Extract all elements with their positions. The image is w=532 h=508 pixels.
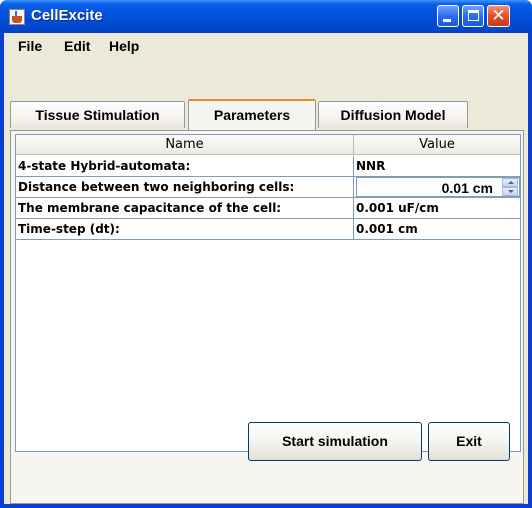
minimize-icon	[443, 19, 451, 22]
app-window: CellExcite ✕ File Edit Help Tissue Stimu…	[0, 0, 532, 508]
table-row[interactable]: Distance between two neighboring cells: …	[16, 177, 520, 198]
menu-help[interactable]: Help	[109, 38, 139, 54]
param-name: Time-step (dt):	[16, 219, 354, 239]
param-name: 4-state Hybrid-automata:	[16, 156, 354, 176]
exit-button[interactable]: Exit	[428, 422, 510, 461]
table-row[interactable]: 4-state Hybrid-automata: NNR	[16, 156, 520, 177]
menu-edit[interactable]: Edit	[64, 38, 90, 54]
param-value[interactable]: 0.001 uF/cm	[354, 198, 520, 218]
maximize-button[interactable]	[462, 5, 484, 27]
table-row[interactable]: Time-step (dt): 0.001 cm	[16, 219, 520, 240]
param-value[interactable]: 0.001 cm	[354, 219, 520, 239]
spinner-down-button[interactable]	[502, 187, 518, 196]
title-bar[interactable]: CellExcite ✕	[0, 0, 532, 33]
close-icon: ✕	[491, 6, 506, 26]
minimize-button[interactable]	[437, 5, 459, 27]
param-name: The membrane capacitance of the cell:	[16, 198, 354, 218]
menu-file[interactable]: File	[18, 38, 42, 54]
window-title: CellExcite	[31, 7, 103, 24]
arrow-up-icon	[508, 181, 514, 184]
tab-diffusion-model[interactable]: Diffusion Model	[318, 101, 468, 128]
close-button[interactable]: ✕	[487, 5, 510, 27]
spinner-up-button[interactable]	[502, 178, 518, 187]
java-cup-icon	[9, 9, 25, 25]
param-value[interactable]: NNR	[354, 156, 520, 176]
tab-parameters[interactable]: Parameters	[188, 99, 316, 130]
column-header-name[interactable]: Name	[16, 135, 354, 155]
start-simulation-button[interactable]: Start simulation	[248, 422, 422, 461]
menu-bar: File Edit Help	[4, 33, 528, 59]
param-name: Distance between two neighboring cells:	[16, 177, 354, 197]
spinner-value[interactable]: 0.01 cm	[442, 178, 493, 196]
table-row[interactable]: The membrane capacitance of the cell: 0.…	[16, 198, 520, 219]
distance-spinner[interactable]: 0.01 cm	[356, 177, 520, 197]
column-header-value[interactable]: Value	[354, 135, 520, 155]
tab-tissue-stimulation[interactable]: Tissue Stimulation	[10, 101, 185, 128]
parameters-table: Name Value 4-state Hybrid-automata: NNR …	[15, 134, 521, 452]
maximize-icon	[468, 10, 479, 21]
arrow-down-icon	[508, 190, 514, 193]
table-header: Name Value	[16, 135, 520, 155]
